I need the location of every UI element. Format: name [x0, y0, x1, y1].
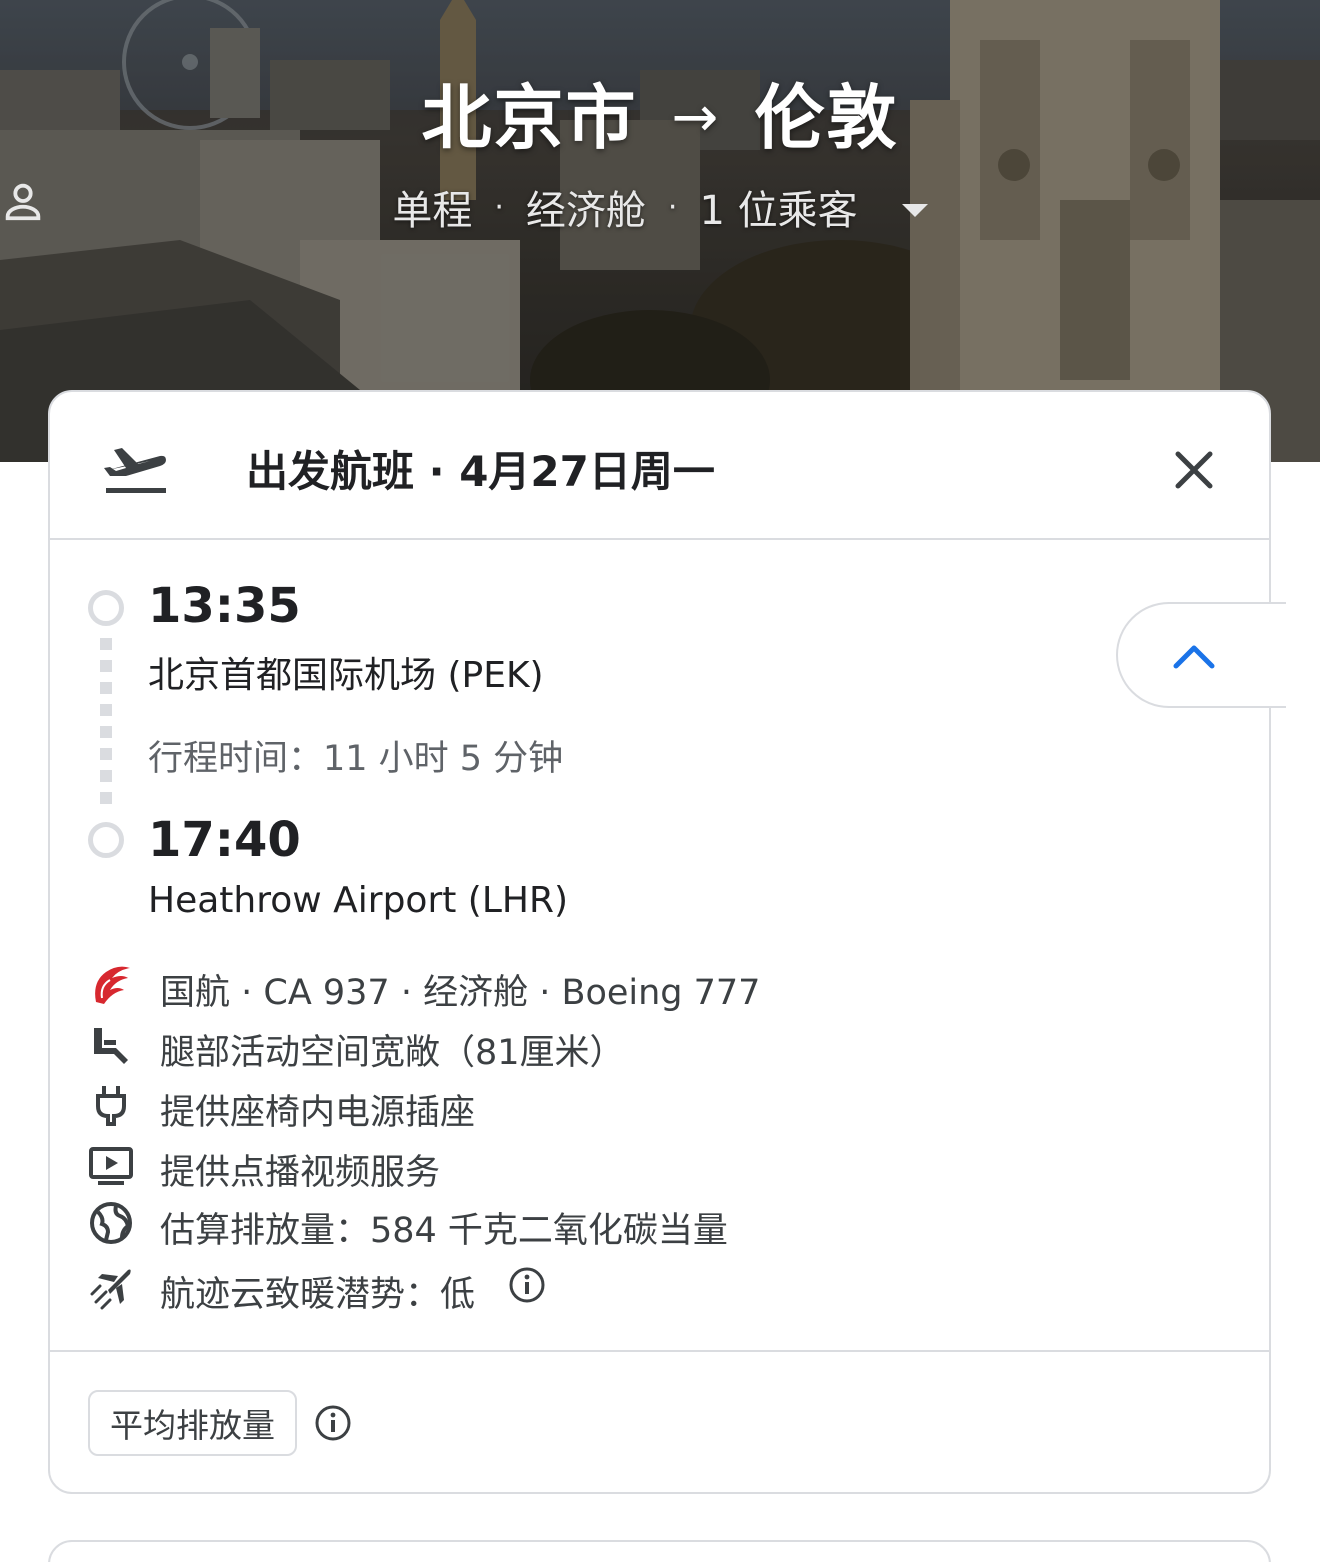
- globe-icon: [90, 1202, 132, 1244]
- info-icon[interactable]: [508, 1266, 546, 1304]
- collapse-details-button[interactable]: [1116, 602, 1286, 708]
- passenger-count: 1 位乘客: [699, 188, 858, 234]
- chevron-up-icon: [1173, 645, 1215, 669]
- legroom-row: 腿部活动空间宽敞（81厘米）: [88, 1020, 988, 1073]
- departure-time: 13:35: [148, 578, 301, 634]
- trip-options-summary[interactable]: 单程 · 经济舱 · 1 位乘客: [0, 178, 1320, 236]
- arrival-airport: Heathrow Airport (LHR): [148, 880, 569, 921]
- power-outlet-row: 提供座椅内电源插座: [88, 1080, 988, 1133]
- air-china-logo: [95, 966, 130, 1004]
- trip-type: 单程: [392, 188, 473, 234]
- flight-takeoff-icon: [104, 448, 166, 493]
- emissions-text: 估算排放量：584 千克二氧化碳当量: [160, 1211, 728, 1251]
- next-card: [48, 1540, 1271, 1562]
- emissions-row: 估算排放量：584 千克二氧化碳当量: [88, 1198, 988, 1251]
- video-text: 提供点播视频服务: [160, 1153, 441, 1193]
- contrail-text: 航迹云致暖潜势：低: [160, 1275, 476, 1315]
- separator-dot: ·: [667, 189, 678, 225]
- arrival-time: 17:40: [148, 812, 301, 868]
- airline-info-row: 国航 · CA 937 · 经济舱 · Boeing 777: [88, 960, 988, 1013]
- person-icon: [5, 183, 41, 221]
- departure-marker: [88, 590, 124, 626]
- card-footer: 平均排放量: [50, 1350, 1269, 1494]
- separator-dot: ·: [494, 189, 504, 225]
- origin-city: 北京市: [421, 77, 638, 159]
- close-icon[interactable]: [1168, 444, 1220, 496]
- airline-flight-text: 国航 · CA 937 · 经济舱 · Boeing 777: [160, 973, 761, 1013]
- flight-details-card: 出发航班 · 4月27日周一 13:35 北京首都国际机场 (PEK) 行程时间…: [48, 390, 1286, 1494]
- route-arrow: →: [671, 85, 721, 150]
- contrail-plane-icon: [90, 1269, 131, 1310]
- destination-city: 伦敦: [754, 77, 899, 159]
- arrival-marker: [88, 822, 124, 858]
- power-plug-icon: [96, 1086, 126, 1126]
- average-emissions-chip[interactable]: 平均排放量: [88, 1390, 297, 1456]
- dropdown-caret-icon[interactable]: [901, 203, 928, 217]
- cabin-class: 经济舱: [525, 188, 646, 234]
- info-icon[interactable]: [314, 1404, 352, 1442]
- card-title: 出发航班 · 4月27日周一: [246, 447, 715, 496]
- route-title: 北京市 → 伦敦: [0, 62, 1320, 163]
- video-row: 提供点播视频服务: [88, 1140, 988, 1193]
- power-outlet-text: 提供座椅内电源插座: [160, 1093, 476, 1133]
- departure-airport: 北京首都国际机场 (PEK): [148, 655, 544, 696]
- legroom-text: 腿部活动空间宽敞（81厘米）: [160, 1033, 625, 1073]
- contrail-row: 航迹云致暖潜势：低: [88, 1262, 988, 1315]
- travel-duration: 行程时间：11 小时 5 分钟: [148, 739, 564, 779]
- card-header: 出发航班 · 4月27日周一: [50, 392, 1269, 540]
- timeline-dotted-line: [100, 638, 112, 808]
- legroom-seat-icon: [94, 1028, 128, 1064]
- flight-timeline: [88, 590, 128, 858]
- video-screen-icon: [89, 1147, 133, 1185]
